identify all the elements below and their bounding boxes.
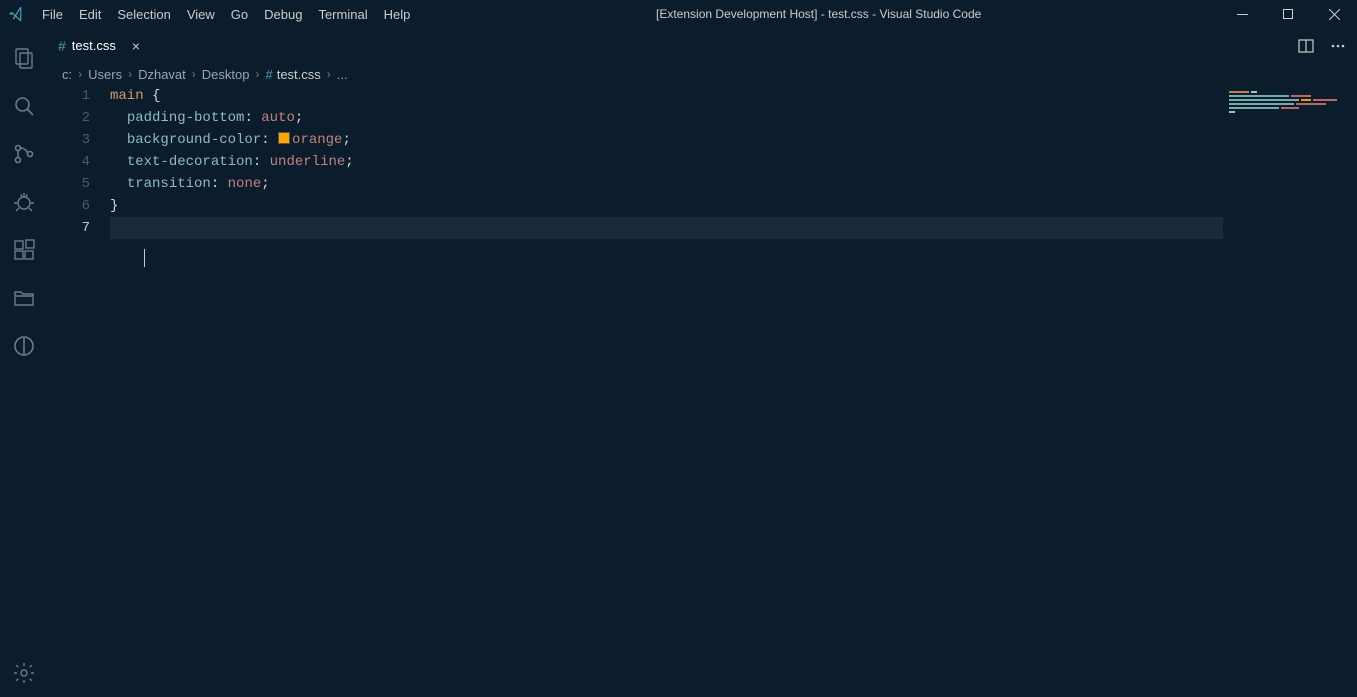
window-controls bbox=[1219, 0, 1357, 28]
split-editor-icon[interactable] bbox=[1295, 35, 1317, 57]
text-cursor bbox=[144, 249, 146, 267]
breadcrumb-segment[interactable]: Users bbox=[88, 67, 122, 82]
menu-item-view[interactable]: View bbox=[179, 0, 223, 28]
chevron-right-icon: › bbox=[126, 67, 134, 81]
breadcrumb-tail[interactable]: ... bbox=[337, 67, 348, 82]
window-title: [Extension Development Host] - test.css … bbox=[418, 7, 1219, 21]
chevron-right-icon: › bbox=[190, 67, 198, 81]
line-number: 1 bbox=[48, 85, 90, 107]
code-line[interactable] bbox=[110, 217, 1223, 239]
minimap-line bbox=[1229, 107, 1337, 110]
code-line[interactable]: } bbox=[110, 195, 1223, 217]
breadcrumb-segment[interactable]: Desktop bbox=[202, 67, 250, 82]
activity-bar bbox=[0, 28, 48, 697]
line-number: 6 bbox=[48, 195, 90, 217]
color-swatch-icon bbox=[278, 132, 290, 144]
activity-source-control-icon[interactable] bbox=[0, 130, 48, 178]
tab-bar: # test.css × bbox=[48, 28, 1357, 63]
activity-debug-icon[interactable] bbox=[0, 178, 48, 226]
activity-settings-gear-icon[interactable] bbox=[0, 649, 48, 697]
line-number: 5 bbox=[48, 173, 90, 195]
line-number: 3 bbox=[48, 129, 90, 151]
window-minimize-button[interactable] bbox=[1219, 0, 1265, 28]
activity-explorer-icon[interactable] bbox=[0, 34, 48, 82]
chevron-right-icon: › bbox=[253, 67, 261, 81]
title-bar: FileEditSelectionViewGoDebugTerminalHelp… bbox=[0, 0, 1357, 28]
breadcrumb-segment[interactable]: Dzhavat bbox=[138, 67, 186, 82]
css-file-icon: # bbox=[58, 38, 66, 54]
window-maximize-button[interactable] bbox=[1265, 0, 1311, 28]
code-line[interactable]: text-decoration: underline; bbox=[110, 151, 1223, 173]
menu-item-debug[interactable]: Debug bbox=[256, 0, 310, 28]
more-actions-icon[interactable] bbox=[1327, 35, 1349, 57]
code-line[interactable]: background-color: orange; bbox=[110, 129, 1223, 151]
minimap[interactable] bbox=[1223, 85, 1343, 697]
activity-extensions-icon[interactable] bbox=[0, 226, 48, 274]
menu-item-help[interactable]: Help bbox=[376, 0, 419, 28]
menu-item-file[interactable]: File bbox=[34, 0, 71, 28]
menu-bar: FileEditSelectionViewGoDebugTerminalHelp bbox=[34, 0, 418, 28]
code-line[interactable]: padding-bottom: auto; bbox=[110, 107, 1223, 129]
close-icon[interactable]: × bbox=[132, 39, 140, 53]
vscode-logo-icon bbox=[0, 5, 34, 23]
editor-actions bbox=[1295, 28, 1357, 63]
activity-folder-icon[interactable] bbox=[0, 274, 48, 322]
line-number-gutter: 1234567 bbox=[48, 85, 110, 697]
line-number: 4 bbox=[48, 151, 90, 173]
menu-item-go[interactable]: Go bbox=[223, 0, 256, 28]
line-number: 7 bbox=[48, 217, 90, 239]
main-area: # test.css × c:›Users›Dzhavat›Desktop›#t… bbox=[0, 28, 1357, 697]
tab-test-css[interactable]: # test.css × bbox=[48, 28, 168, 63]
css-file-icon: # bbox=[265, 67, 272, 82]
breadcrumb-segment[interactable]: c: bbox=[62, 67, 72, 82]
minimap-line bbox=[1229, 111, 1337, 114]
breadcrumb-file[interactable]: #test.css bbox=[265, 67, 320, 82]
activity-circle-slash-icon[interactable] bbox=[0, 322, 48, 370]
minimap-line bbox=[1229, 99, 1337, 102]
minimap-line bbox=[1229, 103, 1337, 106]
chevron-right-icon: › bbox=[325, 67, 333, 81]
minimap-line bbox=[1229, 91, 1337, 94]
scrollbar-vertical[interactable] bbox=[1343, 85, 1357, 697]
activity-search-icon[interactable] bbox=[0, 82, 48, 130]
menu-item-edit[interactable]: Edit bbox=[71, 0, 109, 28]
editor-group: # test.css × c:›Users›Dzhavat›Desktop›#t… bbox=[48, 28, 1357, 697]
breadcrumbs[interactable]: c:›Users›Dzhavat›Desktop›#test.css›... bbox=[48, 63, 1357, 85]
line-number: 2 bbox=[48, 107, 90, 129]
minimap-line bbox=[1229, 95, 1337, 98]
menu-item-selection[interactable]: Selection bbox=[109, 0, 178, 28]
menu-item-terminal[interactable]: Terminal bbox=[310, 0, 375, 28]
window-close-button[interactable] bbox=[1311, 0, 1357, 28]
code-line[interactable]: transition: none; bbox=[110, 173, 1223, 195]
tab-label: test.css bbox=[72, 38, 116, 53]
code-area[interactable]: main { padding-bottom: auto; background-… bbox=[110, 85, 1223, 697]
chevron-right-icon: › bbox=[76, 67, 84, 81]
code-line[interactable]: main { bbox=[110, 85, 1223, 107]
editor-body[interactable]: 1234567 main { padding-bottom: auto; bac… bbox=[48, 85, 1357, 697]
